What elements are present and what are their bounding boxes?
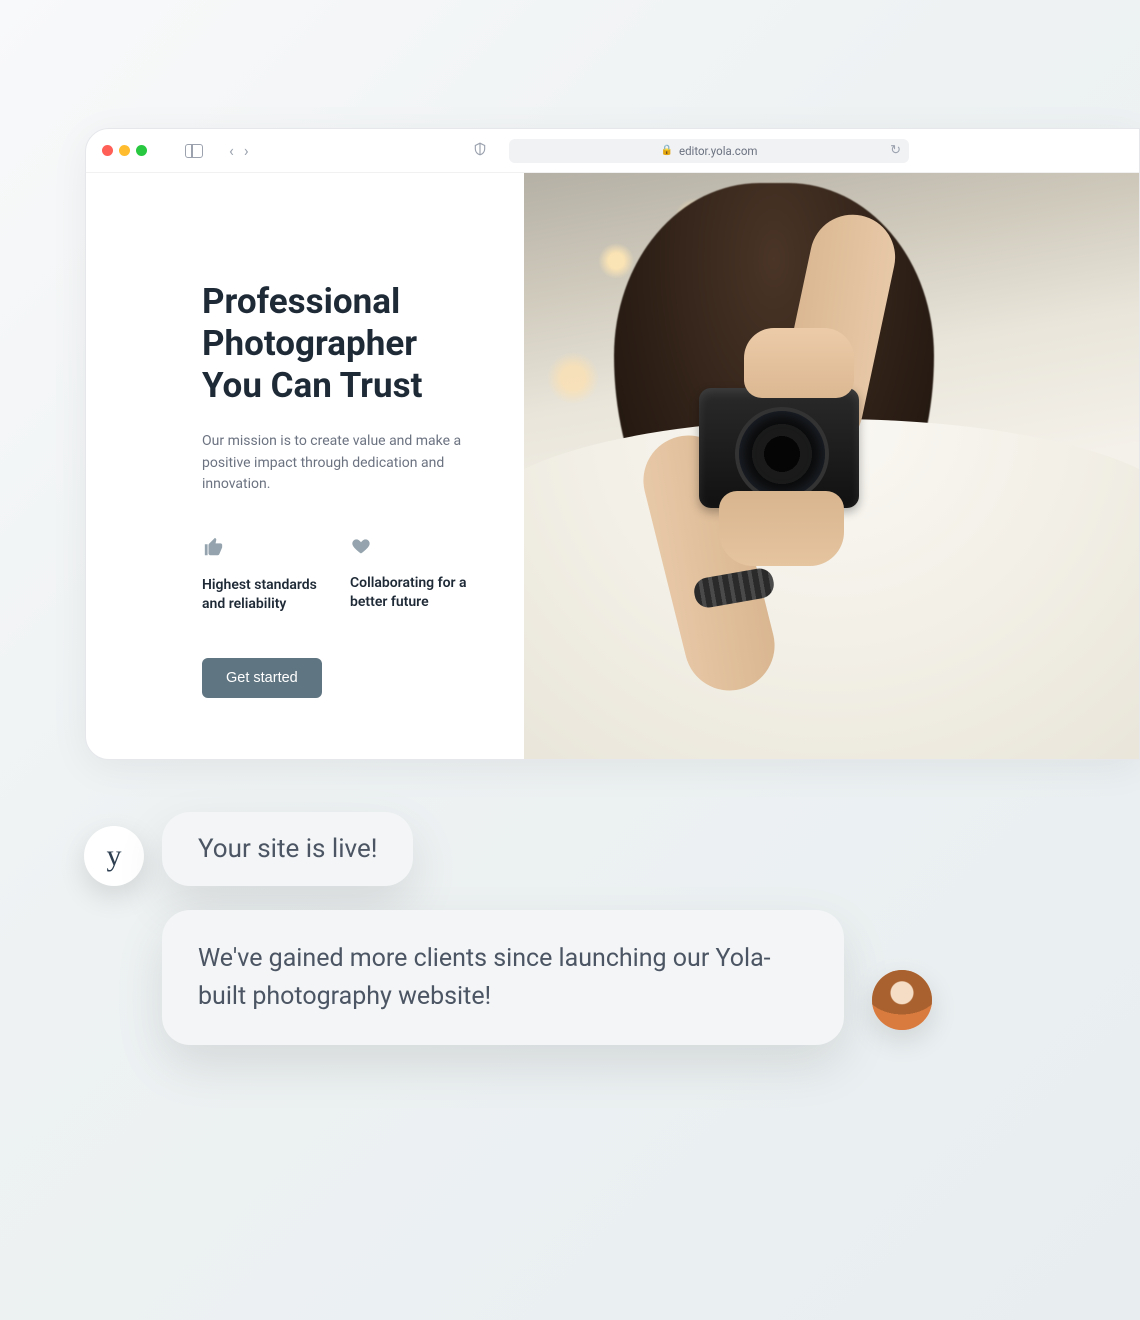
browser-window: ‹ › 🔒 editor.yola.com ↻ Professional Pho…	[85, 128, 1140, 760]
browser-toolbar: ‹ › 🔒 editor.yola.com ↻	[86, 129, 1139, 173]
feature-text: Collaborating for a better future	[350, 574, 470, 612]
ai-message-bubble: Your site is live!	[162, 812, 413, 886]
page-content: Professional Photographer You Can Trust …	[86, 173, 1139, 759]
hero-left: Professional Photographer You Can Trust …	[86, 173, 524, 759]
ai-message-text: Your site is live!	[198, 834, 377, 864]
hero-mission: Our mission is to create value and make …	[202, 431, 462, 496]
heading-line: Professional	[202, 281, 400, 322]
user-message-bubble: We've gained more clients since launchin…	[162, 910, 844, 1045]
nav-arrows: ‹ ›	[229, 141, 249, 160]
ai-avatar: y	[84, 826, 144, 886]
maximize-window-button[interactable]	[136, 145, 147, 156]
address-bar[interactable]: 🔒 editor.yola.com ↻	[509, 139, 909, 163]
forward-button[interactable]: ›	[244, 141, 249, 160]
thumbs-up-icon	[202, 536, 322, 562]
feature-collaborating: Collaborating for a better future	[350, 536, 470, 614]
photographer-illustration	[524, 173, 1139, 759]
back-button[interactable]: ‹	[229, 141, 234, 160]
user-avatar	[872, 970, 932, 1030]
feature-text: Highest standards and reliability	[202, 576, 322, 614]
heading-line: You Can Trust	[202, 365, 422, 406]
close-window-button[interactable]	[102, 145, 113, 156]
lock-icon: 🔒	[661, 145, 673, 156]
get-started-button[interactable]: Get started	[202, 658, 322, 698]
minimize-window-button[interactable]	[119, 145, 130, 156]
user-message-text: We've gained more clients since launchin…	[198, 940, 808, 1015]
window-controls	[102, 145, 147, 156]
privacy-shield-icon[interactable]	[473, 141, 487, 160]
sidebar-toggle-icon[interactable]	[185, 144, 203, 158]
hero-image	[524, 173, 1139, 759]
ai-avatar-letter: y	[107, 839, 122, 873]
features-row: Highest standards and reliability Collab…	[202, 536, 502, 614]
feature-standards: Highest standards and reliability	[202, 536, 322, 614]
hero-heading: Professional Photographer You Can Trust	[202, 281, 502, 407]
heading-line: Photographer	[202, 323, 417, 364]
url-text: editor.yola.com	[679, 144, 758, 158]
refresh-icon[interactable]: ↻	[890, 143, 901, 158]
heart-icon	[350, 536, 470, 560]
